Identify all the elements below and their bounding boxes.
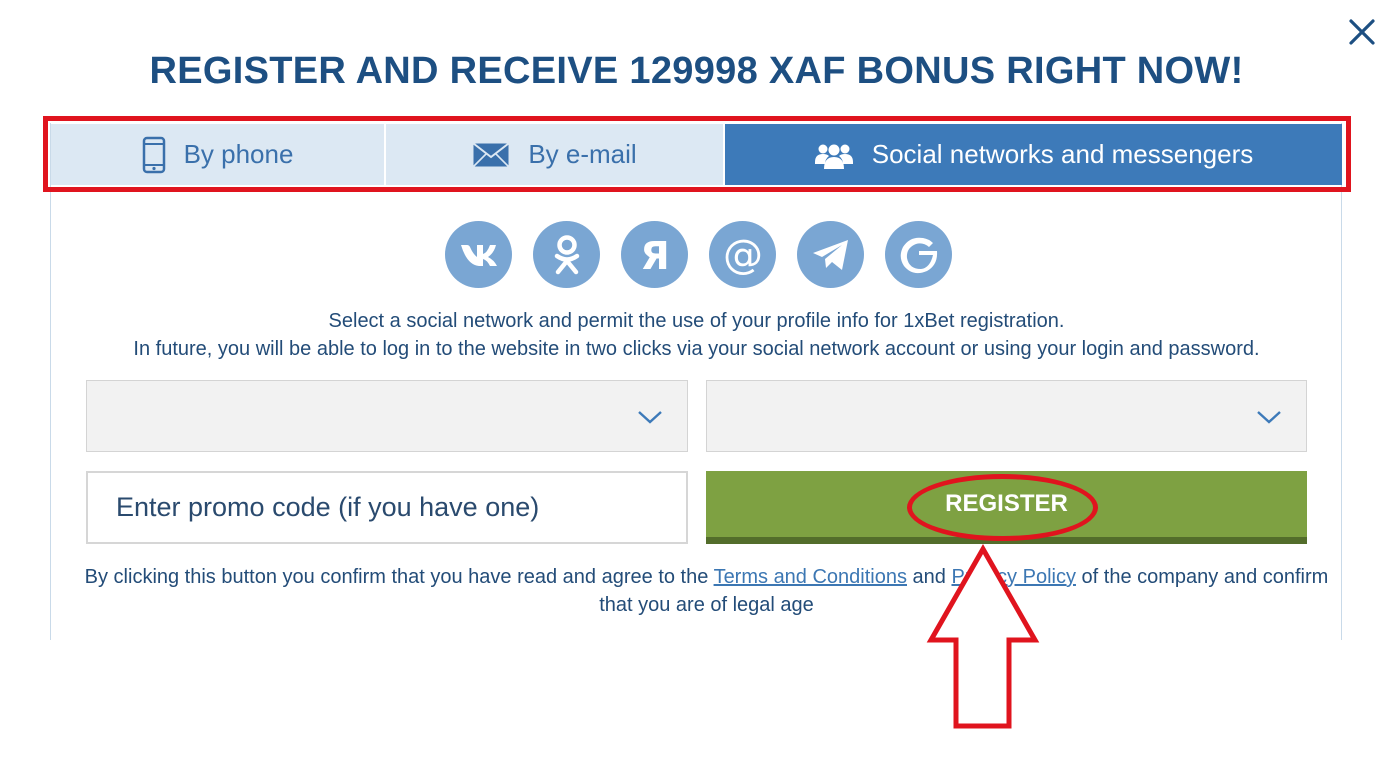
vk-icon [460,244,497,266]
telegram-icon [812,239,848,270]
registration-tabs: By phone By e-mail Social networks and m… [51,124,1342,185]
yandex-icon: Я [640,235,669,275]
odnoklassniki-icon [554,234,579,274]
social-button-google[interactable] [885,221,952,288]
register-button[interactable]: REGISTER [706,471,1307,544]
tab-label: Social networks and messengers [871,139,1254,169]
info-line-2: In future, you will be able to log in to… [133,338,1260,360]
terms-text: By clicking this button you confirm that… [70,563,1343,619]
close-icon [1349,19,1375,45]
users-icon [814,144,853,169]
social-info-text: Select a social network and permit the u… [0,307,1393,363]
social-button-mailru[interactable]: @ [709,221,776,288]
tab-label: By e-mail [528,139,637,169]
tab-label: By phone [183,139,294,169]
tab-by-phone[interactable]: By phone [51,124,386,185]
svg-text:@: @ [723,233,763,277]
register-button-label: REGISTER [945,490,1068,517]
envelope-icon [473,142,510,167]
tab-by-email[interactable]: By e-mail [386,124,725,185]
privacy-link[interactable]: Privacy Policy [951,566,1075,588]
terms-prefix: By clicking this button you confirm that… [84,566,714,588]
promo-code-input[interactable]: Enter promo code (if you have one) [86,471,688,544]
social-buttons: Я @ [0,221,1393,288]
tab-social-networks[interactable]: Social networks and messengers [725,124,1342,185]
social-button-vk[interactable] [445,221,512,288]
mail-at-icon: @ [723,233,763,277]
terms-link[interactable]: Terms and Conditions [714,566,907,588]
page-title: REGISTER AND RECEIVE 129998 XAF BONUS RI… [149,50,1244,92]
currency-select[interactable] [706,380,1307,452]
country-select[interactable] [86,380,688,452]
social-button-telegram[interactable] [797,221,864,288]
chevron-down-icon [638,411,662,424]
social-button-odnoklassniki[interactable] [533,221,600,288]
terms-and: and [907,566,952,588]
social-button-yandex[interactable]: Я [621,221,688,288]
chevron-down-icon [1257,411,1281,424]
svg-text:Я: Я [640,235,669,275]
promo-code-placeholder: Enter promo code (if you have one) [116,492,540,522]
phone-icon [142,136,165,173]
info-line-1: Select a social network and permit the u… [328,310,1065,332]
google-icon [900,237,937,273]
close-button[interactable] [1344,14,1380,50]
